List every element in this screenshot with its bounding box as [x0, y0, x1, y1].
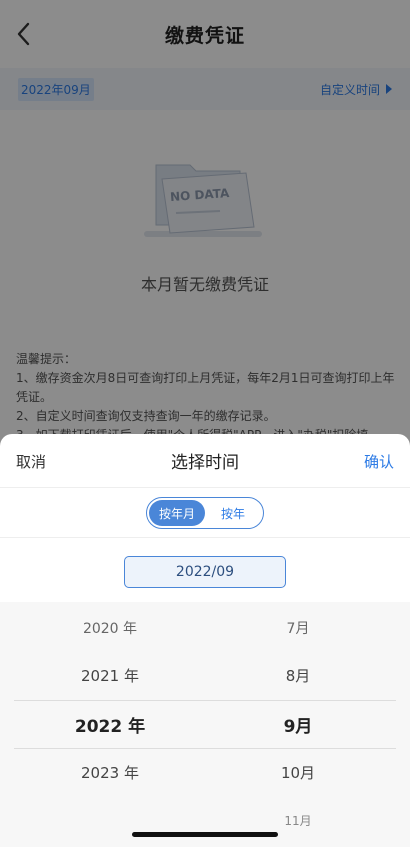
app-root: 缴费凭证 2022年09月 自定义时间 NO DATA 本月暂无缴费凭证 温馨提… — [0, 0, 410, 847]
year-option[interactable]: 2021 年 — [60, 665, 160, 686]
month-option[interactable]: 7月 — [250, 618, 346, 638]
year-option-selected[interactable]: 2022 年 — [60, 712, 160, 737]
mode-year-button[interactable]: 按年 — [205, 500, 261, 526]
month-option[interactable]: 8月 — [250, 665, 346, 686]
cancel-button[interactable]: 取消 — [16, 451, 46, 472]
month-wheel[interactable]: 7月 8月 9月 10月 11月 — [250, 602, 346, 847]
confirm-button[interactable]: 确认 — [364, 451, 394, 472]
mode-row: 按年月 按年 — [0, 489, 410, 538]
year-wheel[interactable]: 2020 年 2021 年 2022 年 2023 年 — [60, 602, 160, 847]
mode-year-month-button[interactable]: 按年月 — [149, 500, 205, 526]
sheet-header: 取消 选择时间 确认 — [0, 434, 410, 488]
sheet-title: 选择时间 — [171, 453, 239, 473]
month-option[interactable]: 11月 — [250, 812, 346, 829]
date-wheel-picker[interactable]: 2020 年 2021 年 2022 年 2023 年 7月 8月 9月 10月… — [0, 602, 410, 847]
year-option[interactable]: 2020 年 — [60, 618, 160, 638]
home-indicator — [132, 832, 278, 837]
month-option[interactable]: 10月 — [250, 762, 346, 783]
time-picker-sheet: 取消 选择时间 确认 按年月 按年 2022/09 2020 年 2021 年 … — [0, 434, 410, 847]
year-option[interactable]: 2023 年 — [60, 762, 160, 783]
mode-toggle: 按年月 按年 — [146, 497, 264, 529]
month-option-selected[interactable]: 9月 — [250, 712, 346, 737]
selected-date-display: 2022/09 — [124, 556, 286, 588]
